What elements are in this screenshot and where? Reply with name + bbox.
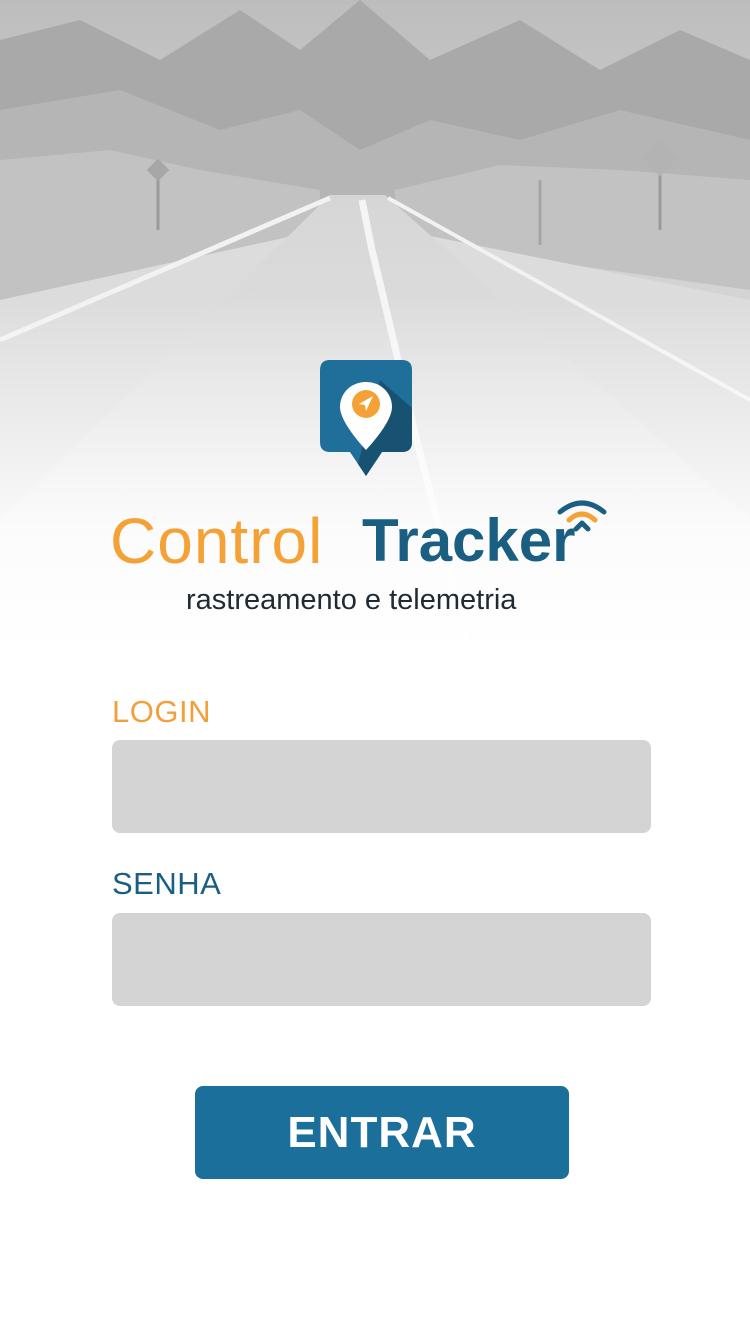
brand-tagline: rastreamento e telemetria [186, 584, 517, 616]
login-label: LOGIN [112, 694, 211, 729]
brand-logo-text: Control Tracker [110, 498, 630, 578]
login-input[interactable] [112, 740, 651, 833]
brand-name-tracker: Tracker [362, 507, 576, 574]
entrar-button[interactable]: ENTRAR [195, 1086, 569, 1179]
brand-name-control: Control [110, 505, 324, 577]
senha-label: SENHA [112, 866, 222, 901]
location-pin-navigation-icon [318, 358, 414, 480]
wifi-signal-icon [552, 498, 612, 532]
senha-input[interactable] [112, 913, 651, 1006]
